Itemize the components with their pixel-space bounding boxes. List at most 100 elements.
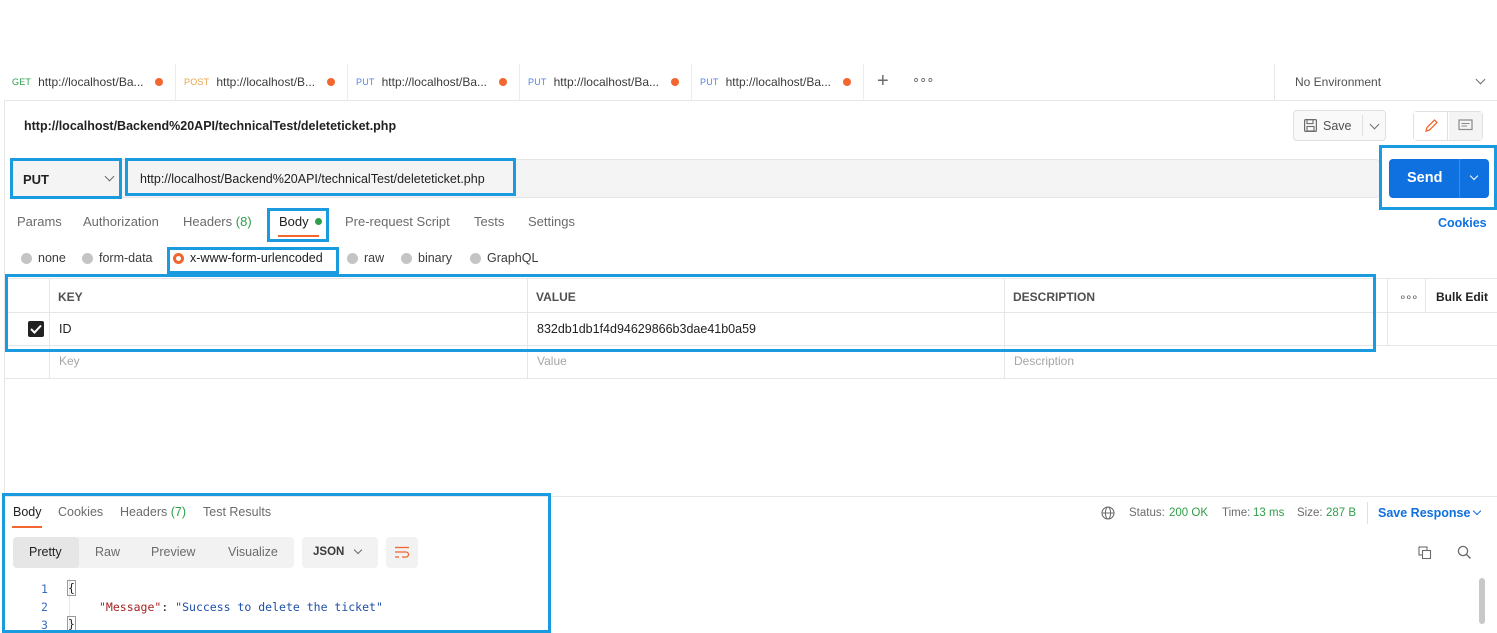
response-tab-body[interactable]: Body	[13, 505, 42, 519]
tab-method-label: PUT	[528, 77, 547, 87]
divider	[49, 278, 50, 378]
radio-graphql[interactable]: GraphQL	[470, 251, 538, 265]
environment-label: No Environment	[1295, 75, 1382, 89]
param-key-cell[interactable]: ID	[59, 322, 72, 336]
url-text: http://localhost/Backend%20API/technical…	[140, 172, 485, 186]
size-value[interactable]: 287 B	[1326, 507, 1356, 519]
response-tab-cookies[interactable]: Cookies	[58, 505, 103, 519]
column-header-value: VALUE	[536, 290, 576, 304]
table-options-ellipsis-icon[interactable]: ∘∘∘	[1399, 290, 1419, 304]
tab-body[interactable]: Body	[279, 214, 323, 229]
divider	[1425, 278, 1426, 312]
new-key-input[interactable]: Key	[59, 354, 80, 368]
tab-url-label: http://localhost/Ba...	[553, 75, 660, 89]
new-description-input[interactable]: Description	[1014, 354, 1074, 368]
response-headers-label: Headers	[120, 505, 168, 519]
radio-x-www-form-urlencoded[interactable]: x-www-form-urlencoded	[173, 251, 323, 265]
search-icon[interactable]	[1457, 545, 1472, 560]
new-tab-plus-icon[interactable]: +	[877, 71, 893, 91]
tab-settings[interactable]: Settings	[528, 214, 575, 229]
cookies-link[interactable]: Cookies	[1438, 216, 1487, 230]
format-visualize[interactable]: Visualize	[228, 545, 278, 559]
json-line: "Message": "Success to delete the ticket…	[99, 600, 383, 614]
scrollbar-thumb[interactable]	[1479, 578, 1485, 624]
request-tab-3[interactable]: PUT http://localhost/Ba...	[348, 64, 520, 100]
close-brace: }	[67, 616, 76, 632]
tab-authorization[interactable]: Authorization	[83, 214, 159, 229]
save-response-button[interactable]: Save Response	[1378, 506, 1470, 520]
send-options-button[interactable]	[1460, 159, 1489, 198]
chevron-down-icon	[353, 545, 363, 555]
comments-button[interactable]	[1449, 112, 1482, 140]
response-tab-headers[interactable]: Headers (7)	[120, 505, 186, 519]
save-button-group: Save	[1293, 110, 1386, 141]
size-label: Size:	[1297, 507, 1323, 519]
new-value-input[interactable]: Value	[537, 354, 567, 368]
radio-label: form-data	[99, 251, 153, 265]
more-tabs-ellipsis-icon[interactable]: ∘∘∘	[912, 72, 934, 88]
request-tab-2[interactable]: POST http://localhost/B...	[176, 64, 348, 100]
language-select[interactable]: JSON	[302, 537, 378, 568]
send-button-group: Send	[1389, 159, 1489, 198]
divider	[527, 278, 528, 378]
globe-icon[interactable]	[1101, 506, 1115, 520]
radio-form-data[interactable]: form-data	[82, 251, 153, 265]
radio-label: raw	[364, 251, 385, 265]
tab-method-label: PUT	[700, 76, 719, 87]
request-tab-1[interactable]: GET http://localhost/Ba...	[4, 64, 176, 100]
divider	[1362, 115, 1363, 136]
tab-headers-label: Headers	[183, 214, 233, 229]
radio-none[interactable]: none	[21, 251, 66, 265]
bulk-edit-button[interactable]: Bulk Edit	[1436, 290, 1488, 304]
send-label: Send	[1407, 170, 1443, 186]
unsaved-dot-icon	[155, 78, 163, 86]
send-button[interactable]: Send	[1389, 159, 1459, 198]
save-options-chevron-icon[interactable]	[1369, 119, 1380, 130]
divider	[1004, 278, 1005, 378]
radio-raw[interactable]: raw	[347, 251, 384, 265]
radio-binary[interactable]: binary	[401, 251, 452, 265]
response-headers-count-badge: (7)	[170, 505, 187, 519]
response-tab-test-results[interactable]: Test Results	[203, 505, 271, 519]
active-tab-underline	[278, 235, 319, 237]
divider	[4, 378, 1497, 379]
radio-label: GraphQL	[487, 251, 539, 265]
request-title[interactable]: http://localhost/Backend%20API/technical…	[24, 119, 396, 133]
method-select[interactable]: PUT	[13, 160, 120, 197]
method-label: PUT	[23, 172, 49, 187]
save-label: Save	[1323, 119, 1352, 133]
row-enabled-checkbox[interactable]	[28, 321, 44, 337]
request-tab-5-active[interactable]: PUT http://localhost/Ba...	[692, 64, 864, 100]
radio-label: binary	[418, 251, 453, 265]
environment-selector[interactable]: No Environment	[1274, 64, 1497, 100]
copy-icon[interactable]	[1418, 546, 1432, 560]
time-value[interactable]: 13 ms	[1253, 507, 1284, 519]
format-preview[interactable]: Preview	[151, 545, 195, 559]
tab-tests[interactable]: Tests	[474, 214, 504, 229]
wrap-lines-button[interactable]	[386, 537, 418, 568]
headers-count-badge: (8)	[235, 214, 252, 229]
request-tab-4[interactable]: PUT http://localhost/Ba...	[520, 64, 692, 100]
chevron-down-icon[interactable]	[1472, 506, 1482, 516]
edit-mode-button[interactable]	[1414, 112, 1448, 140]
tab-headers[interactable]: Headers (8)	[183, 214, 252, 229]
comment-icon	[1458, 119, 1473, 131]
status-value[interactable]: 200 OK	[1169, 507, 1208, 519]
tab-pre-request-script[interactable]: Pre-request Script	[345, 214, 450, 229]
format-raw[interactable]: Raw	[95, 545, 120, 559]
json-key: "Message"	[99, 600, 162, 614]
tab-params[interactable]: Params	[17, 214, 62, 229]
language-label: JSON	[313, 546, 345, 558]
panel-border	[4, 100, 5, 633]
open-brace: {	[67, 580, 76, 596]
format-pretty[interactable]: Pretty	[29, 545, 62, 559]
url-input[interactable]: http://localhost/Backend%20API/technical…	[127, 160, 1377, 197]
param-value-cell[interactable]: 832db1db1f4d94629866b3dae41b0a59	[537, 322, 756, 336]
tab-method-label: PUT	[356, 77, 375, 87]
line-number: 2	[41, 600, 48, 614]
chevron-down-icon	[1469, 171, 1479, 181]
body-active-dot-icon	[315, 218, 323, 225]
save-button[interactable]: Save	[1294, 111, 1362, 140]
radio-off-icon	[347, 252, 358, 264]
tab-url-label: http://localhost/B...	[216, 75, 316, 89]
